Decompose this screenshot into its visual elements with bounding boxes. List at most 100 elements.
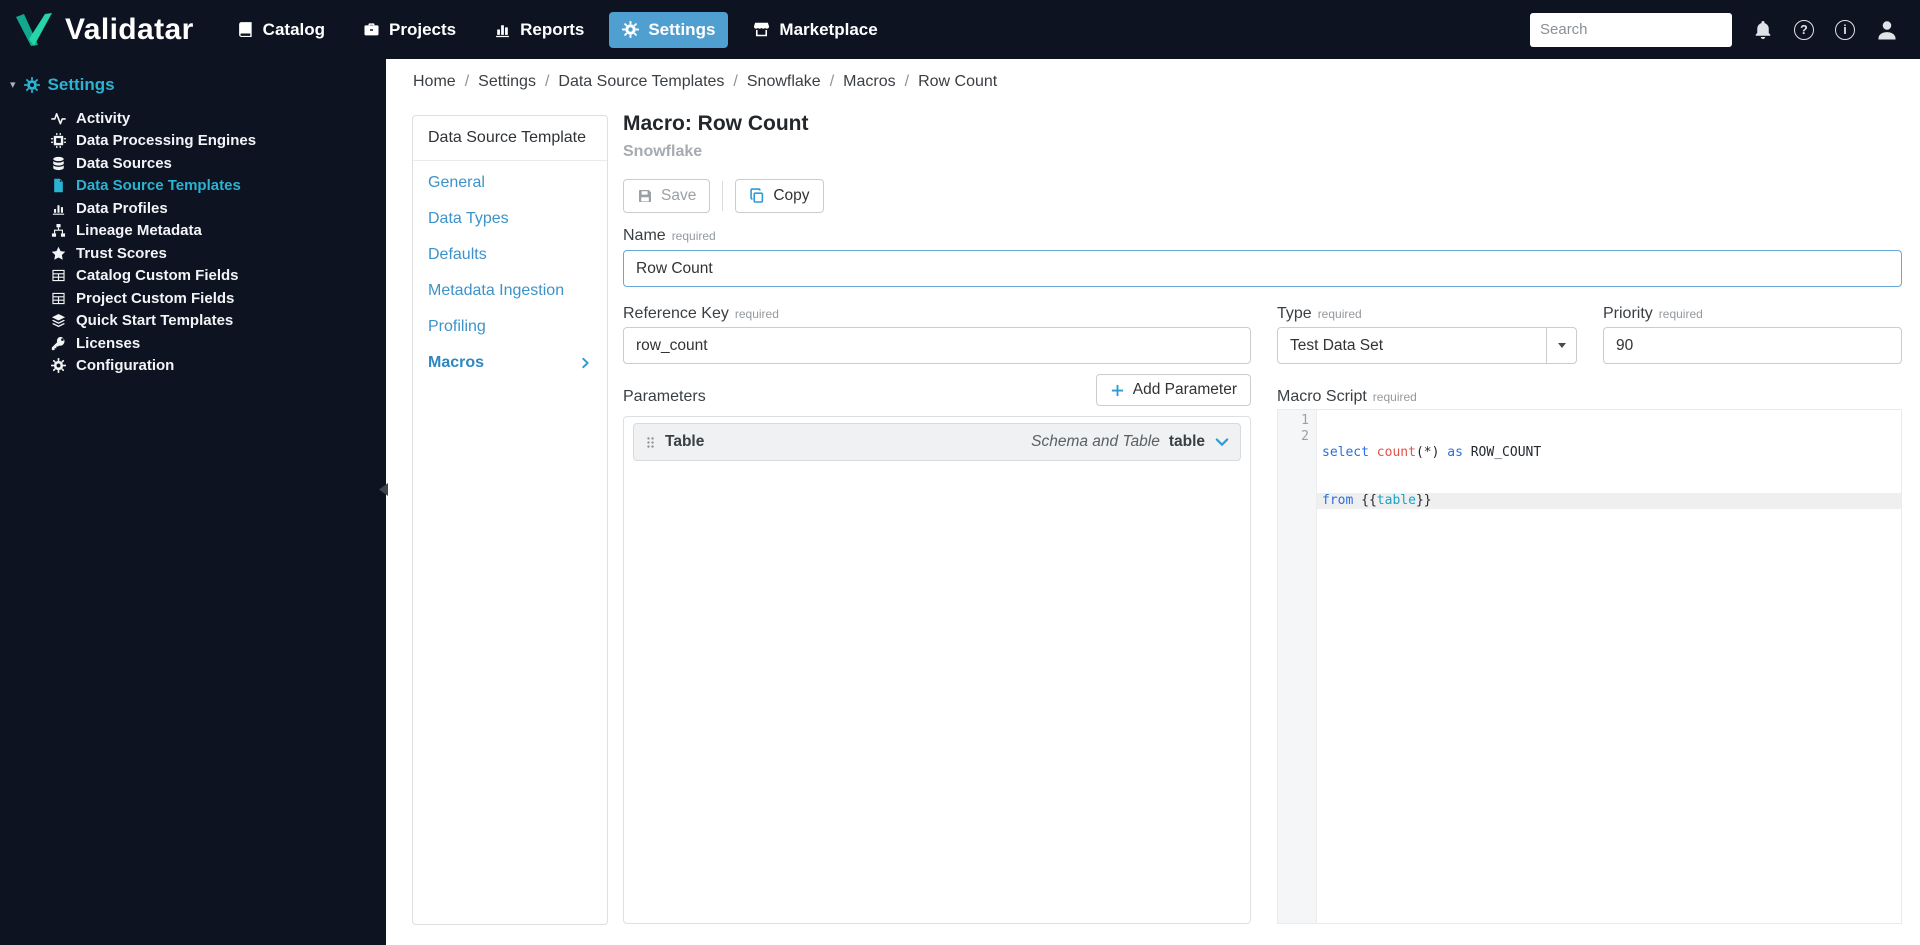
search-input[interactable] (1530, 12, 1732, 47)
parameters-list: Table Schema and Table table (623, 416, 1251, 924)
priority-input[interactable] (1603, 327, 1902, 364)
nav-label: Settings (648, 19, 716, 39)
sidebar-item-configuration[interactable]: Configuration (0, 355, 386, 378)
add-parameter-label: Add Parameter (1132, 381, 1237, 398)
template-subnav: Data Source Template General Data Types … (412, 115, 608, 925)
top-navbar: Validatar Catalog Projects Reports Setti… (0, 0, 1920, 59)
save-floppy-icon (637, 188, 653, 204)
editor-code-area[interactable]: select count(*) as ROW_COUNT from {{tabl… (1317, 410, 1901, 923)
sitemap-icon (50, 223, 67, 238)
required-badge: required (671, 229, 716, 243)
sidebar-collapse-handle[interactable] (379, 482, 389, 496)
sidebar-item-quick-start-templates[interactable]: Quick Start Templates (0, 310, 386, 333)
catalog-book-icon (237, 21, 254, 38)
sidebar-title: Settings (47, 75, 115, 94)
subnav-item-profiling[interactable]: Profiling (413, 309, 607, 345)
sidebar-item-data-processing-engines[interactable]: Data Processing Engines (0, 130, 386, 153)
user-account-icon[interactable] (1876, 19, 1898, 41)
table-grid-icon (50, 291, 67, 306)
copy-icon (749, 188, 765, 204)
brand-name: Validatar (65, 12, 194, 46)
settings-gear-icon (622, 21, 640, 38)
tree-collapse-caret-icon[interactable]: ▾ (10, 79, 16, 91)
code-token: count (1376, 445, 1416, 460)
sidebar-item-catalog-custom-fields[interactable]: Catalog Custom Fields (0, 265, 386, 288)
brand[interactable]: Validatar (0, 13, 194, 47)
code-line-1: select count(*) as ROW_COUNT (1317, 445, 1901, 461)
code-token: select (1322, 445, 1377, 460)
nav-label: Reports (520, 19, 585, 39)
sidebar-item-data-source-templates[interactable]: Data Source Templates (0, 175, 386, 198)
breadcrumb-settings[interactable]: Settings (478, 73, 536, 91)
required-badge: required (1317, 307, 1362, 321)
sidebar-item-licenses[interactable]: Licenses (0, 332, 386, 355)
main-content: Home / Settings / Data Source Templates … (386, 59, 1920, 945)
type-select-value: Test Data Set (1290, 336, 1384, 354)
subnav-item-label: Macros (428, 354, 485, 371)
page-title: Macro: Row Count (623, 112, 809, 135)
name-field-label: Name required (623, 227, 716, 244)
code-line-2: from {{table}} (1317, 493, 1901, 509)
required-badge: required (1658, 307, 1703, 321)
priority-field-label: Priority required (1603, 305, 1703, 322)
parameters-label: Parameters (623, 388, 706, 405)
nav-label: Projects (389, 19, 457, 39)
macro-script-label: Macro Script required (1277, 388, 1417, 405)
bar-chart-icon (50, 201, 67, 216)
chip-icon (50, 133, 67, 149)
type-select[interactable]: Test Data Set (1277, 327, 1577, 364)
settings-sidebar: ▾ Settings Activity Data Processing Engi… (0, 59, 386, 945)
subnav-item-data-types[interactable]: Data Types (413, 201, 607, 237)
parameter-name: Table (665, 433, 705, 450)
layers-icon (50, 313, 67, 328)
reference-key-input[interactable] (623, 327, 1251, 364)
projects-briefcase-icon (363, 21, 380, 38)
sidebar-nav: Activity Data Processing Engines Data So… (0, 103, 386, 377)
code-token: }} (1415, 493, 1432, 508)
nav-item-reports[interactable]: Reports (481, 12, 597, 48)
chevron-down-icon[interactable] (1214, 434, 1230, 450)
sidebar-item-activity[interactable]: Activity (0, 107, 386, 130)
sidebar-item-data-profiles[interactable]: Data Profiles (0, 197, 386, 220)
primary-nav: Catalog Projects Reports Settings Market… (224, 11, 891, 48)
subnav-item-macros[interactable]: Macros (413, 345, 607, 381)
info-icon[interactable]: i (1835, 19, 1855, 40)
activity-icon (50, 111, 67, 126)
button-divider (722, 181, 724, 211)
required-badge: required (734, 307, 779, 321)
sidebar-item-data-sources[interactable]: Data Sources (0, 152, 386, 175)
editor-gutter: 1 2 (1278, 410, 1317, 923)
subnav-item-metadata-ingestion[interactable]: Metadata Ingestion (413, 273, 607, 309)
sidebar-item-project-custom-fields[interactable]: Project Custom Fields (0, 287, 386, 310)
nav-item-projects[interactable]: Projects (350, 12, 469, 48)
name-input[interactable] (623, 250, 1902, 287)
dropdown-caret-icon (1546, 328, 1576, 363)
notifications-bell-icon[interactable] (1753, 20, 1773, 40)
star-icon (50, 246, 67, 261)
sidebar-item-trust-scores[interactable]: Trust Scores (0, 242, 386, 265)
copy-button[interactable]: Copy (735, 179, 824, 213)
file-template-icon (50, 178, 67, 193)
sidebar-item-lineage-metadata[interactable]: Lineage Metadata (0, 220, 386, 243)
save-button[interactable]: Save (623, 179, 711, 213)
macro-script-editor[interactable]: 1 2 select count(*) as ROW_COUNT from {{… (1277, 409, 1902, 924)
add-parameter-button[interactable]: Add Parameter (1095, 374, 1251, 406)
nav-item-marketplace[interactable]: Marketplace (740, 12, 890, 48)
sidebar-section-settings[interactable]: ▾ Settings (0, 59, 386, 103)
parameter-type: table (1168, 433, 1205, 450)
subnav-header: Data Source Template (413, 116, 607, 161)
subnav-item-general[interactable]: General (413, 165, 607, 201)
nav-item-settings[interactable]: Settings (609, 11, 729, 48)
parameter-row-table[interactable]: Table Schema and Table table (633, 423, 1241, 461)
validatar-logo-icon (14, 13, 54, 46)
breadcrumb-home[interactable]: Home (413, 73, 456, 91)
key-icon (50, 336, 67, 351)
drag-handle-icon[interactable] (644, 435, 657, 450)
nav-item-catalog[interactable]: Catalog (224, 12, 338, 48)
plus-icon (1110, 383, 1125, 398)
code-token: from (1322, 493, 1362, 508)
nav-label: Marketplace (779, 19, 878, 39)
help-icon[interactable]: ? (1794, 19, 1814, 40)
code-token: as (1447, 445, 1463, 460)
subnav-item-defaults[interactable]: Defaults (413, 237, 607, 273)
